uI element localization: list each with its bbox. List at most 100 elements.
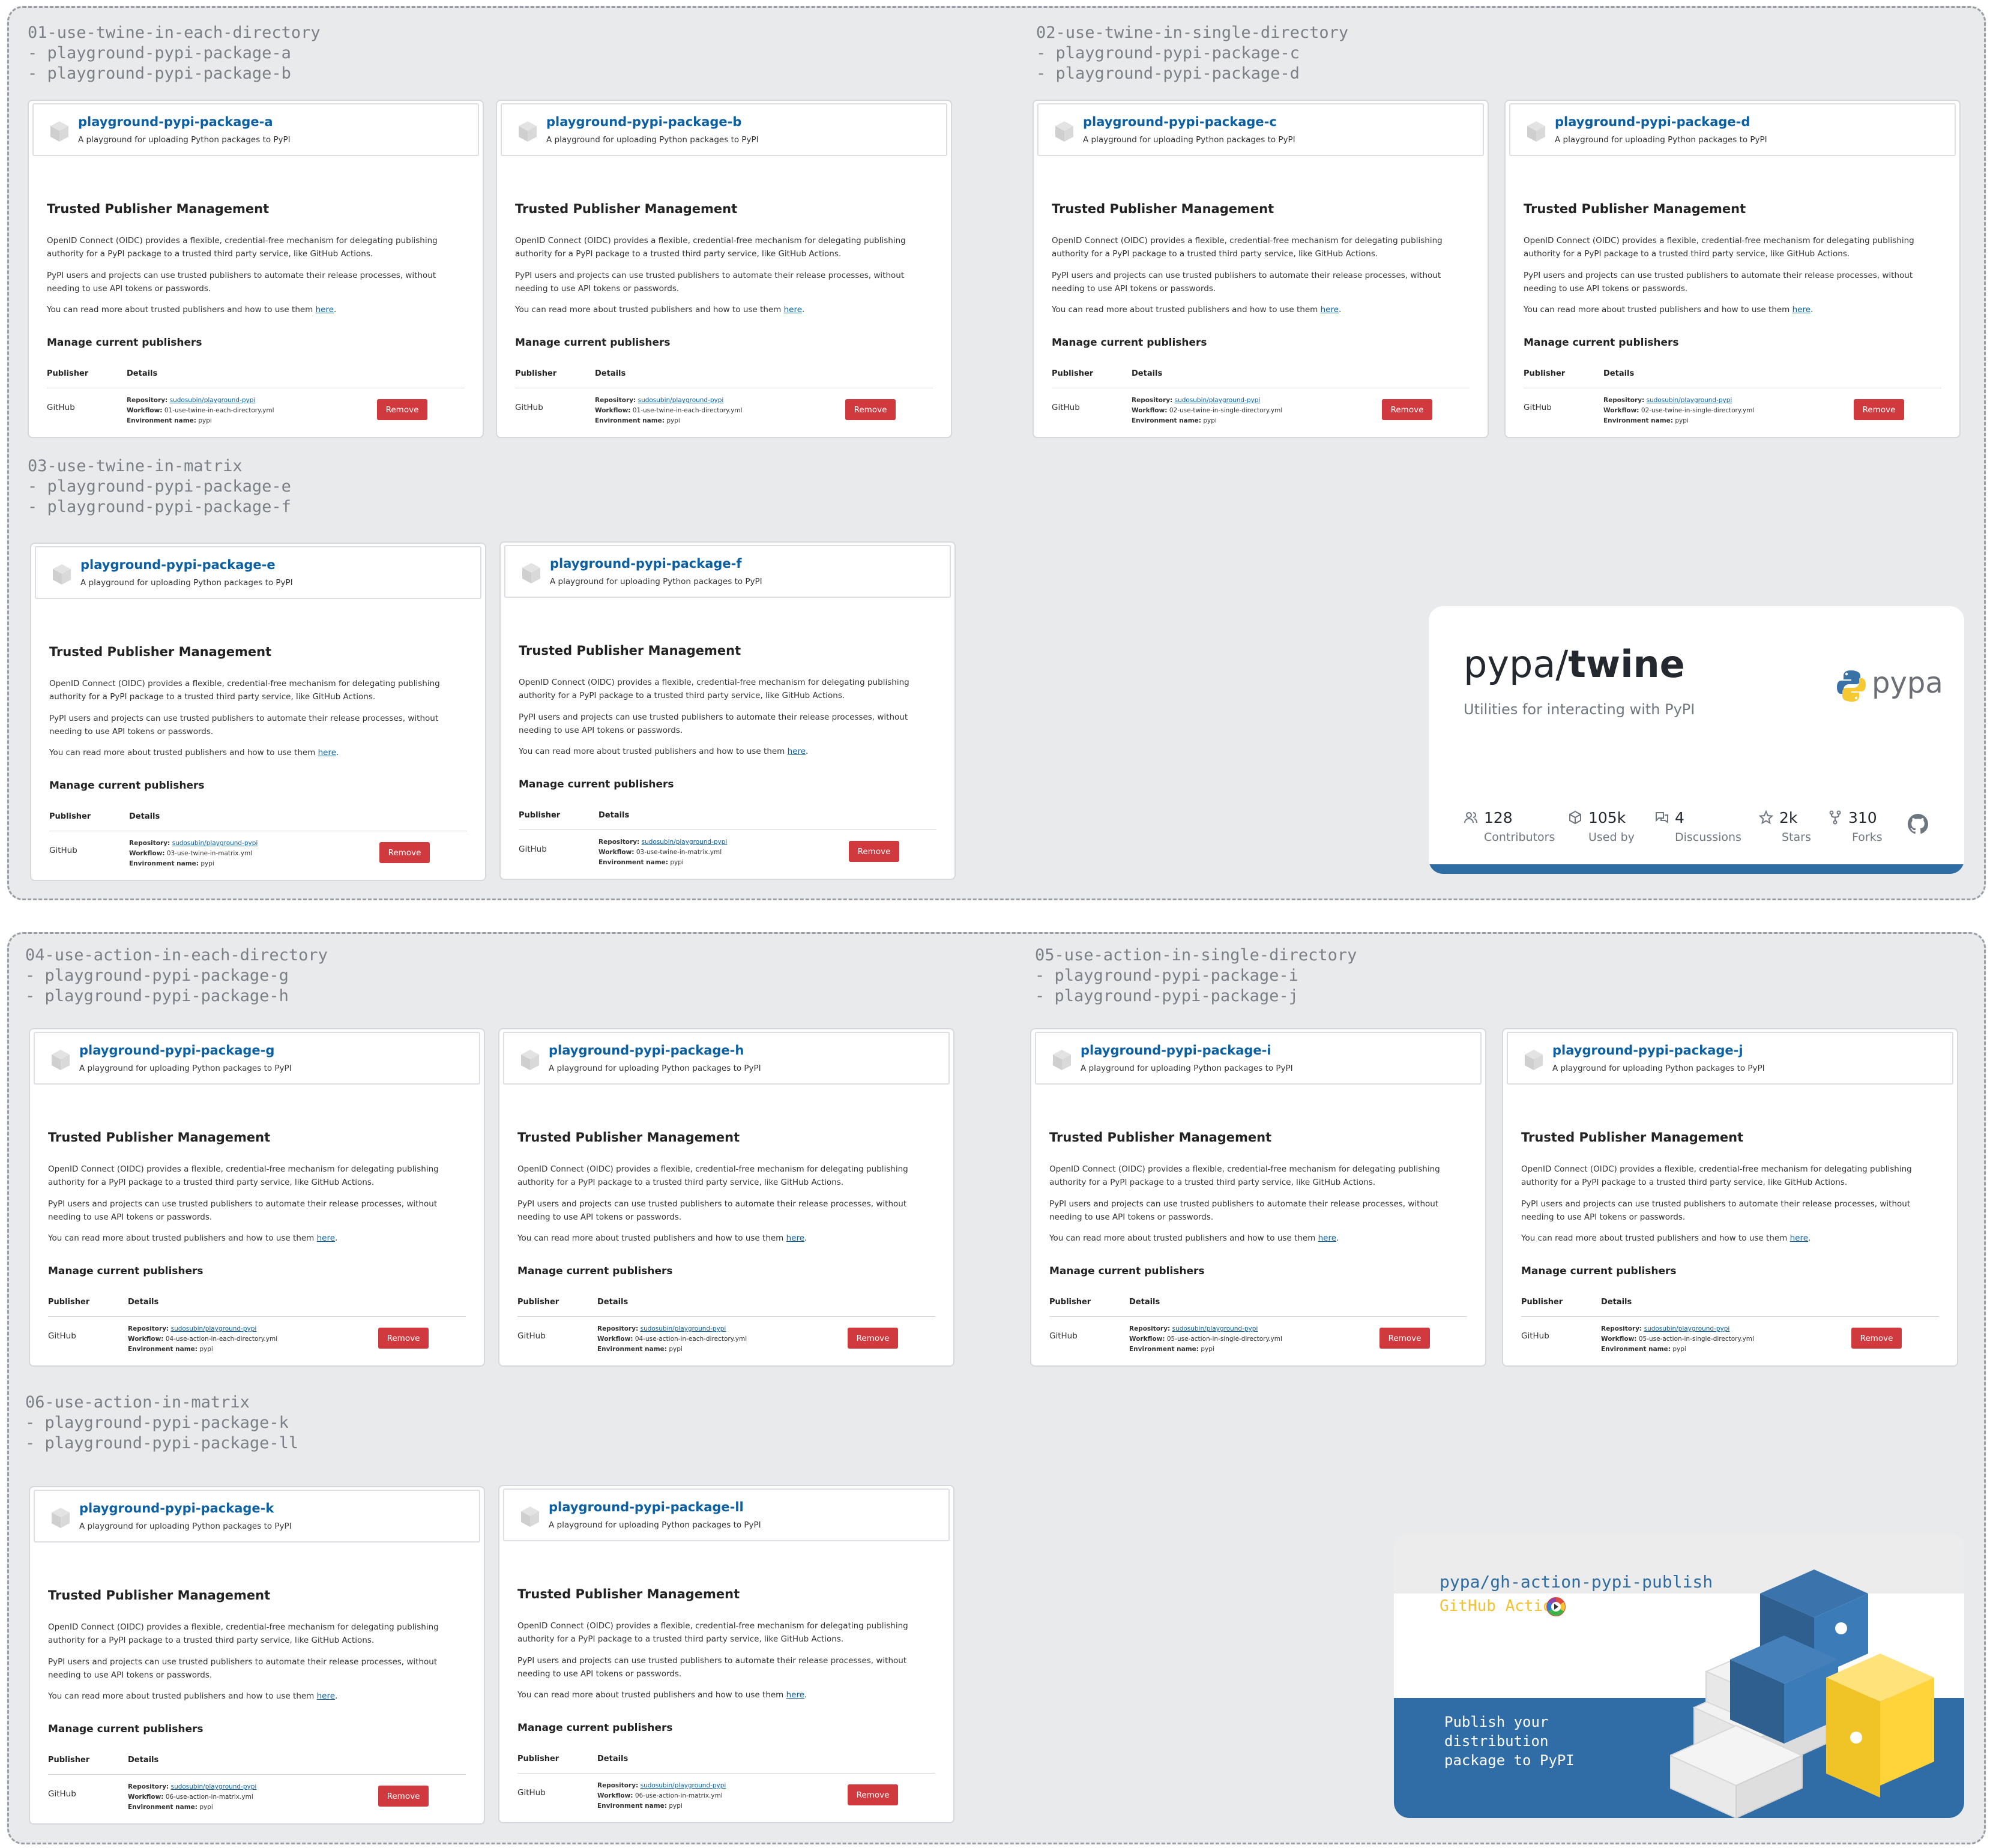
remove-publisher-button[interactable]: Remove bbox=[1379, 1328, 1430, 1349]
action-tagline: Publish your distribution package to PyP… bbox=[1444, 1714, 1575, 1769]
repository-link[interactable]: sudosubin/playground-pypi bbox=[641, 1325, 726, 1332]
read-more-paragraph: You can read more about trusted publishe… bbox=[1521, 1233, 1811, 1243]
trusted-publisher-heading: Trusted Publisher Management bbox=[517, 1130, 740, 1145]
repository-link[interactable]: sudosubin/playground-pypi bbox=[641, 1782, 726, 1789]
environment-name: pypi bbox=[1672, 1346, 1686, 1353]
read-more-link[interactable]: here bbox=[1792, 305, 1811, 315]
read-more-link[interactable]: here bbox=[317, 1691, 335, 1701]
repository-link[interactable]: sudosubin/playground-pypi bbox=[170, 397, 256, 404]
environment-name: pypi bbox=[199, 1346, 213, 1353]
package-name-link[interactable]: playground-pypi-package-k bbox=[79, 1501, 274, 1515]
repository-link[interactable]: sudosubin/playground-pypi bbox=[1647, 397, 1732, 404]
read-more-paragraph: You can read more about trusted publishe… bbox=[517, 1690, 807, 1700]
repository-link[interactable]: sudosubin/playground-pypi bbox=[1175, 397, 1261, 404]
package-name-link[interactable]: playground-pypi-package-d bbox=[1555, 115, 1750, 129]
repository-link[interactable]: sudosubin/playground-pypi bbox=[638, 397, 724, 404]
automation-paragraph: PyPI users and projects can use trusted … bbox=[49, 714, 439, 736]
publisher-column-header: Publisher bbox=[517, 1298, 559, 1307]
package-logo-icon bbox=[53, 564, 71, 585]
package-name-link[interactable]: playground-pypi-package-j bbox=[1552, 1043, 1743, 1058]
remove-publisher-button[interactable]: Remove bbox=[378, 1786, 429, 1807]
package-logo-icon bbox=[521, 1506, 539, 1527]
package-logo-icon bbox=[52, 1050, 70, 1070]
package-header: playground-pypi-package-i A playground f… bbox=[1035, 1032, 1482, 1085]
discussions-icon bbox=[1656, 812, 1668, 823]
package-logo-icon bbox=[1055, 121, 1073, 142]
trusted-publisher-card: playground-pypi-package-b A playground f… bbox=[496, 100, 952, 438]
twine-repo-description: Utilities for interacting with PyPI bbox=[1464, 701, 1695, 718]
read-more-link[interactable]: here bbox=[1321, 305, 1339, 315]
publisher-details: Repository: sudosubin/playground-pypi Wo… bbox=[128, 1783, 257, 1811]
repository-link[interactable]: sudosubin/playground-pypi bbox=[171, 1783, 257, 1790]
publisher-column-header: Publisher bbox=[515, 369, 557, 378]
automation-paragraph: PyPI users and projects can use trusted … bbox=[1052, 271, 1441, 293]
publisher-column-header: Publisher bbox=[48, 1298, 90, 1307]
read-more-link[interactable]: here bbox=[1790, 1233, 1808, 1243]
remove-publisher-button[interactable]: Remove bbox=[378, 1328, 429, 1349]
package-header: playground-pypi-package-h A playground f… bbox=[503, 1032, 950, 1085]
automation-paragraph: PyPI users and projects can use trusted … bbox=[517, 1656, 907, 1679]
package-name-link[interactable]: playground-pypi-package-ll bbox=[549, 1500, 744, 1514]
remove-publisher-button[interactable]: Remove bbox=[848, 1784, 898, 1805]
package-name-link[interactable]: playground-pypi-package-a bbox=[78, 115, 273, 129]
read-more-link[interactable]: here bbox=[316, 305, 334, 315]
details-column-header: Details bbox=[127, 369, 158, 378]
publisher-details: Repository: sudosubin/playground-pypi Wo… bbox=[1601, 1325, 1754, 1353]
repository-link[interactable]: sudosubin/playground-pypi bbox=[172, 840, 258, 847]
read-more-link[interactable]: here bbox=[318, 748, 336, 757]
package-name-link[interactable]: playground-pypi-package-g bbox=[79, 1043, 274, 1058]
read-more-link[interactable]: here bbox=[1318, 1233, 1336, 1243]
remove-publisher-button[interactable]: Remove bbox=[377, 399, 427, 420]
fork-icon bbox=[1829, 810, 1841, 825]
automation-paragraph: PyPI users and projects can use trusted … bbox=[47, 271, 436, 293]
action-repo-name: pypa/gh-action-pypi-publish bbox=[1440, 1572, 1713, 1592]
remove-publisher-button[interactable]: Remove bbox=[1854, 399, 1904, 420]
package-name-link[interactable]: playground-pypi-package-c bbox=[1083, 115, 1277, 129]
workflow-filename: 04-use-action-in-each-directory.yml bbox=[165, 1335, 278, 1343]
repository-link[interactable]: sudosubin/playground-pypi bbox=[642, 838, 728, 846]
remove-publisher-button[interactable]: Remove bbox=[848, 1328, 898, 1349]
publisher-details: Repository: sudosubin/playground-pypi Wo… bbox=[129, 840, 258, 867]
read-more-link[interactable]: here bbox=[788, 747, 806, 756]
package-name-link[interactable]: playground-pypi-package-f bbox=[550, 556, 742, 571]
trusted-publisher-heading: Trusted Publisher Management bbox=[515, 202, 738, 216]
read-more-link[interactable]: here bbox=[786, 1690, 804, 1700]
publisher-details: Repository: sudosubin/playground-pypi Wo… bbox=[595, 397, 743, 424]
details-column-header: Details bbox=[128, 1298, 159, 1307]
repository-link[interactable]: sudosubin/playground-pypi bbox=[1644, 1325, 1730, 1332]
read-more-paragraph: You can read more about trusted publishe… bbox=[1524, 305, 1814, 315]
repository-link[interactable]: sudosubin/playground-pypi bbox=[171, 1325, 257, 1332]
publisher-cell: GitHub bbox=[48, 1789, 76, 1799]
read-more-link[interactable]: here bbox=[784, 305, 802, 315]
environment-name: pypi bbox=[669, 1802, 683, 1810]
oidc-paragraph: OpenID Connect (OIDC) provides a flexibl… bbox=[517, 1164, 908, 1187]
package-logo-icon bbox=[521, 1050, 539, 1070]
github-icon[interactable] bbox=[1908, 814, 1928, 834]
read-more-link[interactable]: here bbox=[317, 1233, 335, 1243]
remove-publisher-button[interactable]: Remove bbox=[849, 841, 899, 862]
oidc-paragraph: OpenID Connect (OIDC) provides a flexibl… bbox=[49, 679, 440, 702]
remove-publisher-button[interactable]: Remove bbox=[1851, 1328, 1902, 1349]
package-header: playground-pypi-package-g A playground f… bbox=[34, 1032, 480, 1085]
automation-paragraph: PyPI users and projects can use trusted … bbox=[517, 1199, 907, 1222]
remove-publisher-button[interactable]: Remove bbox=[379, 842, 430, 863]
environment-name: pypi bbox=[1203, 417, 1217, 424]
trusted-publisher-heading: Trusted Publisher Management bbox=[517, 1587, 740, 1601]
trusted-publisher-heading: Trusted Publisher Management bbox=[49, 645, 272, 659]
python-logo-icon bbox=[1837, 670, 1866, 702]
package-name-link[interactable]: playground-pypi-package-b bbox=[546, 115, 741, 129]
read-more-paragraph: You can read more about trusted publishe… bbox=[1052, 305, 1342, 315]
remove-publisher-button[interactable]: Remove bbox=[1382, 399, 1432, 420]
package-name-link[interactable]: playground-pypi-package-i bbox=[1081, 1043, 1271, 1058]
twine-repo-title: pypa/twine bbox=[1464, 642, 1685, 686]
remove-publisher-button[interactable]: Remove bbox=[845, 399, 896, 420]
gh-action-pypi-publish-card[interactable]: pypa/gh-action-pypi-publish GitHub Actio… bbox=[1394, 1533, 1964, 1818]
oidc-paragraph: OpenID Connect (OIDC) provides a flexibl… bbox=[517, 1621, 908, 1644]
package-name-link[interactable]: playground-pypi-package-h bbox=[549, 1043, 744, 1058]
twine-repo-card[interactable]: pypa/twine Utilities for interacting wit… bbox=[1429, 606, 1964, 874]
details-column-header: Details bbox=[597, 1754, 629, 1763]
details-column-header: Details bbox=[1132, 369, 1163, 378]
package-name-link[interactable]: playground-pypi-package-e bbox=[80, 558, 276, 572]
repository-link[interactable]: sudosubin/playground-pypi bbox=[1172, 1325, 1258, 1332]
read-more-link[interactable]: here bbox=[786, 1233, 804, 1243]
